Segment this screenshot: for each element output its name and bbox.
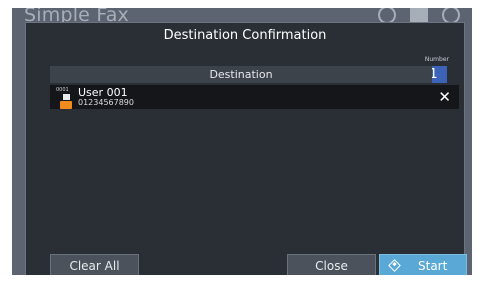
destination-fax-number: 01234567890 <box>78 98 134 107</box>
close-button[interactable]: Close <box>287 254 376 275</box>
destination-row[interactable]: 0001 User 001 01234567890 ✕ <box>50 85 459 109</box>
destination-list-empty-area <box>50 109 459 249</box>
start-button-label: Start <box>418 259 448 273</box>
destination-confirmation-dialog: Destination Confirmation Number 1 Destin… <box>25 22 467 275</box>
background-screen: Simple Fax Destination Confirmation Numb… <box>12 8 472 275</box>
destination-id: 0001 <box>56 87 69 93</box>
remove-destination-button[interactable]: ✕ <box>438 87 451 107</box>
destination-list-header: Destination <box>50 66 432 83</box>
fax-destination-icon: 0001 <box>54 87 72 109</box>
document-icon <box>63 94 70 100</box>
count-label: Number <box>424 56 449 63</box>
start-icon <box>388 259 401 272</box>
phone-icon <box>60 101 72 109</box>
clear-all-button[interactable]: Clear All <box>50 254 139 275</box>
start-button[interactable]: Start <box>379 254 467 275</box>
dialog-title: Destination Confirmation <box>163 28 327 43</box>
